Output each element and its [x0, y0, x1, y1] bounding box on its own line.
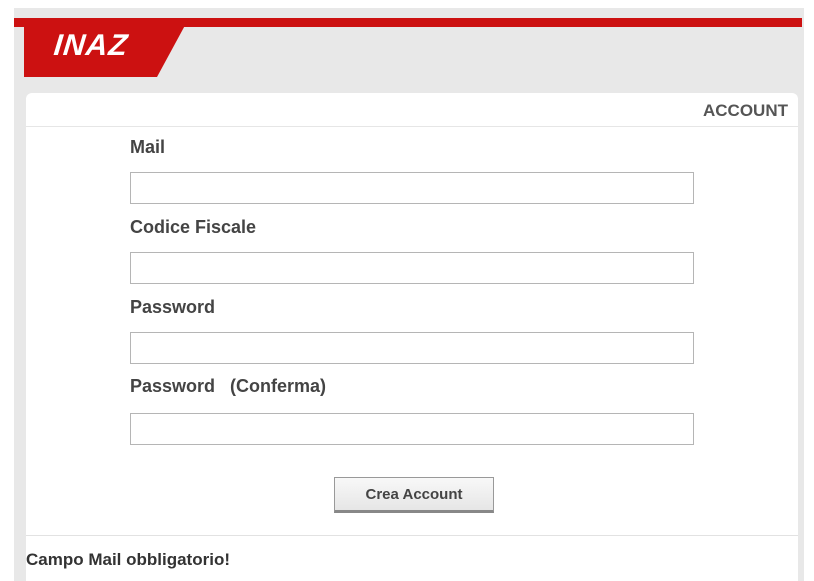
logo-text: INAZ	[52, 29, 130, 62]
panel-title: ACCOUNT	[703, 101, 788, 120]
password-input[interactable]	[130, 332, 694, 364]
codice-fiscale-label: Codice Fiscale	[130, 217, 257, 237]
create-account-button[interactable]: Crea Account	[334, 477, 494, 513]
password-confirm-input[interactable]	[130, 413, 694, 445]
title-divider	[26, 126, 798, 127]
mail-input[interactable]	[130, 172, 694, 204]
password-label: Password	[130, 297, 216, 317]
password-confirm-label: Password (Conferma)	[130, 376, 327, 396]
footer-divider	[26, 535, 798, 536]
codice-fiscale-input[interactable]	[130, 252, 694, 284]
validation-message: Campo Mail obbligatorio!	[26, 550, 230, 569]
account-panel: ACCOUNT Mail Codice Fiscale Password Pas…	[26, 93, 798, 581]
brand-logo: INAZ	[24, 18, 189, 78]
mail-label: Mail	[130, 137, 166, 157]
